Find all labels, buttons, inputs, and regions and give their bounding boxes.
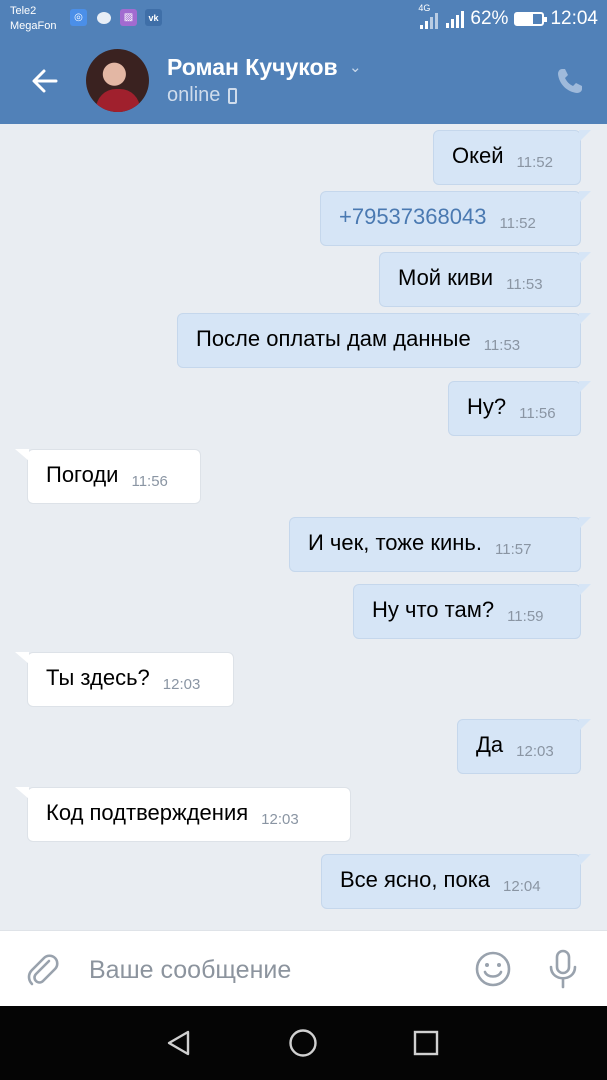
message-text: Ты здесь?	[46, 665, 150, 690]
message-time: 12:03	[162, 676, 201, 693]
vk-notification-icon: vk	[145, 9, 162, 26]
message-text: После оплаты дам данные	[196, 326, 471, 351]
message-time: 12:03	[516, 743, 554, 760]
message-incoming[interactable]: Код подтверждения 12:03	[15, 787, 351, 842]
message-outgoing[interactable]: Окей 11:52	[433, 130, 591, 185]
chat-bubble-notification-icon	[95, 9, 112, 26]
signal-4g-icon: 4G	[418, 3, 440, 29]
phone-call-icon[interactable]	[555, 66, 585, 96]
message-time: 11:59	[507, 608, 544, 625]
status-indicators: 4G 62% 12:04	[418, 3, 598, 30]
clock: 12:04	[550, 8, 598, 29]
notification-icons: ◎ ▨ vk	[70, 9, 162, 26]
message-text: Ну?	[467, 394, 507, 419]
message-outgoing[interactable]: Мой киви 11:53	[379, 252, 591, 307]
message-outgoing[interactable]: Все ясно, пока 12:04	[321, 854, 591, 909]
message-time: 11:57	[495, 541, 532, 558]
emoji-icon[interactable]	[474, 950, 512, 988]
avatar[interactable]	[86, 49, 149, 112]
message-input[interactable]: Ваше сообщение	[89, 956, 291, 985]
back-arrow-icon[interactable]	[28, 64, 62, 98]
messenger-notification-icon: ◎	[70, 9, 87, 26]
carrier-info: Tele2 MegaFon	[10, 4, 56, 34]
top-bar: Tele2 MegaFon ◎ ▨ vk 4G 62% 12:04 Роман …	[0, 0, 607, 124]
message-incoming[interactable]: Погоди 11:56	[15, 449, 201, 504]
message-time: 11:53	[483, 337, 521, 354]
message-time: 11:56	[519, 405, 556, 422]
message-text: Мой киви	[398, 265, 494, 290]
gallery-notification-icon: ▨	[120, 9, 137, 26]
chevron-down-icon[interactable]: ⌄	[349, 58, 362, 76]
message-time: 12:03	[261, 811, 299, 828]
message-outgoing[interactable]: Да 12:03	[457, 719, 591, 774]
paperclip-icon[interactable]	[24, 951, 60, 987]
message-text: Погоди	[46, 462, 119, 487]
message-composer: Ваше сообщение	[0, 930, 607, 1007]
battery-fill	[516, 14, 533, 24]
battery-icon	[514, 12, 548, 26]
carrier-1: Tele2	[10, 5, 37, 17]
nav-recents-icon[interactable]	[413, 1030, 439, 1056]
carrier-2: MegaFon	[10, 20, 57, 32]
message-time: 12:04	[503, 878, 541, 895]
online-label: online	[167, 84, 221, 106]
message-text: Да	[476, 732, 504, 757]
mobile-device-icon	[228, 87, 238, 104]
message-outgoing[interactable]: Ну? 11:56	[448, 381, 591, 436]
chat-header: Роман Кучуков ⌄ online	[0, 44, 607, 120]
signal-icon	[446, 10, 465, 28]
online-status: online	[167, 84, 238, 107]
phone-number-link[interactable]: +79537368043	[339, 204, 486, 245]
message-time: 11:53	[506, 276, 543, 293]
battery-percent: 62%	[470, 8, 509, 29]
contact-name[interactable]: Роман Кучуков	[167, 54, 338, 81]
message-text: Окей	[452, 143, 504, 168]
message-text: Код подтверждения	[46, 800, 249, 825]
message-time: 11:52	[499, 215, 536, 232]
message-time: 11:56	[131, 473, 168, 490]
message-time: 11:52	[516, 154, 553, 171]
nav-home-icon[interactable]	[288, 1028, 318, 1058]
message-outgoing[interactable]: После оплаты дам данные 11:53	[177, 313, 591, 368]
system-navigation-bar	[0, 1006, 607, 1080]
microphone-icon[interactable]	[546, 948, 580, 990]
message-text: И чек, тоже кинь.	[308, 530, 482, 555]
message-outgoing[interactable]: Ну что там? 11:59	[353, 584, 591, 639]
message-outgoing[interactable]: И чек, тоже кинь. 11:57	[289, 517, 591, 572]
message-incoming[interactable]: Ты здесь? 12:03	[15, 652, 234, 707]
message-outgoing[interactable]: +79537368043 11:52	[320, 191, 591, 246]
status-bar: Tele2 MegaFon ◎ ▨ vk 4G 62% 12:04	[0, 0, 607, 40]
message-text: Все ясно, пока	[340, 867, 491, 892]
message-text: Ну что там?	[372, 597, 495, 622]
nav-back-icon[interactable]	[164, 1028, 194, 1058]
message-list: Окей 11:52 +79537368043 11:52 Мой киви 1…	[0, 124, 607, 930]
